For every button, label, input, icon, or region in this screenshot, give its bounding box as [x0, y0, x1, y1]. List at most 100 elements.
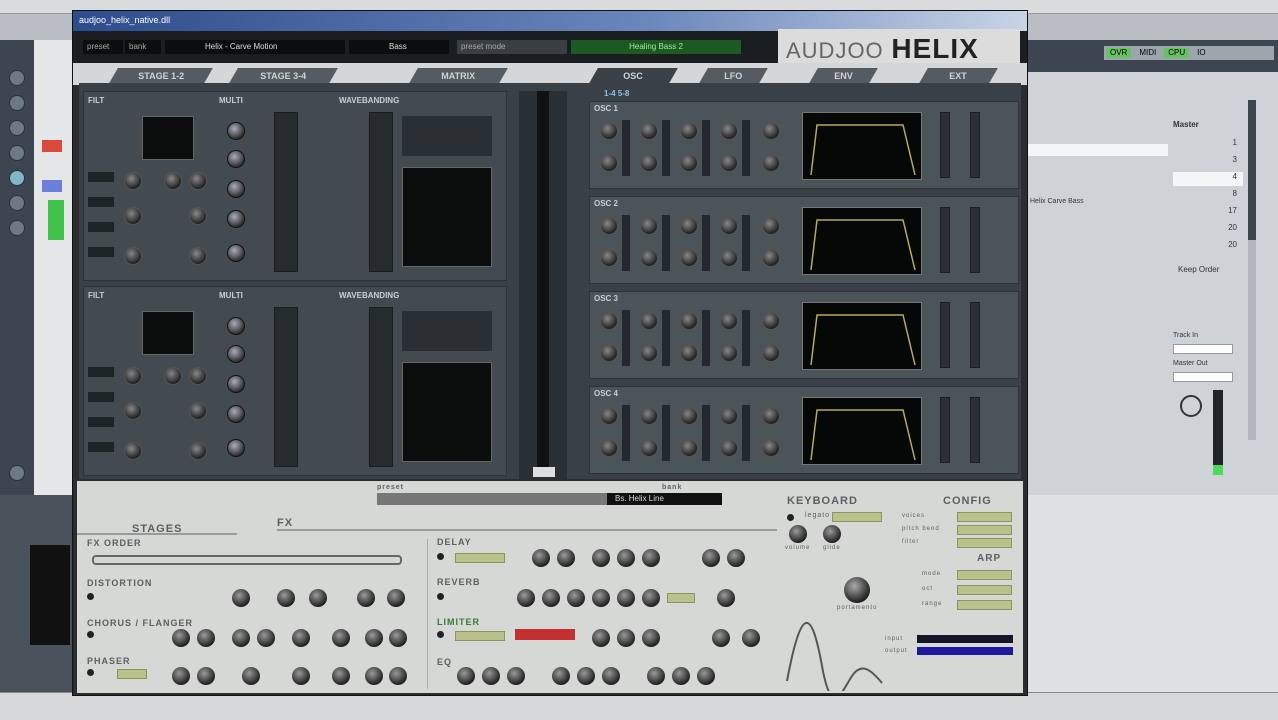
osc-fader[interactable] — [662, 405, 670, 461]
multi-knob[interactable] — [227, 317, 245, 335]
fx-knob[interactable] — [389, 629, 407, 647]
fx-knob[interactable] — [592, 589, 610, 607]
filter-knob[interactable] — [189, 402, 207, 420]
multi-knob[interactable] — [227, 180, 245, 198]
osc-fader[interactable] — [622, 215, 630, 271]
list-item[interactable]: 3 — [1173, 155, 1243, 169]
arp-value[interactable] — [957, 585, 1012, 595]
title-bar[interactable]: audjoo_helix_native.dll — [73, 11, 1027, 31]
scrollbar[interactable] — [1248, 100, 1256, 440]
fx-knob[interactable] — [557, 549, 575, 567]
config-value[interactable] — [957, 512, 1012, 522]
clip-button[interactable] — [9, 145, 25, 161]
fx-knob[interactable] — [387, 589, 405, 607]
clip-green[interactable] — [48, 200, 64, 240]
list-item[interactable]: 1 — [1173, 138, 1243, 152]
fx-order-chain[interactable] — [92, 555, 402, 565]
midi-button[interactable]: MIDI — [1135, 48, 1160, 58]
fx-knob[interactable] — [172, 667, 190, 685]
category-field[interactable]: Bass — [349, 40, 449, 54]
list-item[interactable]: 20 — [1173, 240, 1243, 254]
list-item[interactable]: 17 — [1173, 206, 1243, 220]
fx-knob[interactable] — [292, 629, 310, 647]
fx-knob[interactable] — [697, 667, 715, 685]
fx-knob[interactable] — [197, 629, 215, 647]
config-value[interactable] — [957, 538, 1012, 548]
fx-knob[interactable] — [552, 667, 570, 685]
osc-fader[interactable] — [662, 120, 670, 176]
osc-knob[interactable] — [640, 407, 658, 425]
config-value[interactable] — [957, 525, 1012, 535]
osc-knob[interactable] — [762, 407, 780, 425]
fx-knob[interactable] — [642, 629, 660, 647]
fx-enable-toggle[interactable] — [87, 631, 94, 638]
osc-knob[interactable] — [600, 312, 618, 330]
band-slot-right[interactable] — [369, 307, 393, 467]
fx-enable-toggle[interactable] — [87, 669, 94, 676]
osc-knob[interactable] — [640, 217, 658, 235]
mode-button[interactable] — [88, 197, 114, 207]
osc-knob[interactable] — [720, 122, 738, 140]
fx-knob[interactable] — [727, 549, 745, 567]
track-in-select[interactable] — [1173, 344, 1233, 354]
fx-enable-toggle[interactable] — [437, 631, 444, 638]
osc-knob[interactable] — [680, 407, 698, 425]
mode-field[interactable]: preset mode — [457, 40, 567, 54]
osc-knob[interactable] — [600, 249, 618, 267]
osc-fader[interactable] — [742, 215, 750, 271]
clip-blue[interactable] — [42, 180, 62, 192]
osc-knob[interactable] — [762, 312, 780, 330]
mode-button[interactable] — [88, 247, 114, 257]
fx-knob[interactable] — [617, 589, 635, 607]
filter-knob[interactable] — [189, 367, 207, 385]
master-out-select[interactable] — [1173, 372, 1233, 382]
cpu-button[interactable]: CPU — [1164, 48, 1190, 58]
browser-button[interactable] — [9, 70, 25, 86]
fx-knob[interactable] — [712, 629, 730, 647]
osc-knob[interactable] — [600, 154, 618, 172]
fx-knob[interactable] — [567, 589, 585, 607]
multi-knob[interactable] — [227, 210, 245, 228]
osc-knob[interactable] — [680, 154, 698, 172]
osc-fader[interactable] — [742, 120, 750, 176]
fx-knob[interactable] — [232, 629, 250, 647]
legato-toggle[interactable] — [787, 514, 794, 521]
filter-knob[interactable] — [124, 207, 142, 225]
osc-knob[interactable] — [720, 249, 738, 267]
fx-knob[interactable] — [602, 667, 620, 685]
fx-knob[interactable] — [232, 589, 250, 607]
ovr-button[interactable]: OVR — [1106, 48, 1132, 58]
filter-knob[interactable] — [189, 207, 207, 225]
mode-button[interactable] — [88, 172, 114, 182]
hide-panel-button[interactable] — [9, 465, 25, 481]
fx-type-select[interactable] — [455, 631, 505, 641]
osc-knob[interactable] — [680, 439, 698, 457]
effect-button[interactable] — [9, 195, 25, 211]
fx-type-select[interactable] — [667, 593, 695, 603]
osc-knob[interactable] — [600, 439, 618, 457]
multi-knob[interactable] — [227, 244, 245, 262]
band-slot-left[interactable] — [274, 307, 298, 467]
fx-enable-toggle[interactable] — [437, 553, 444, 560]
osc-knob[interactable] — [600, 407, 618, 425]
multi-knob[interactable] — [227, 405, 245, 423]
portamento-knob[interactable] — [844, 577, 870, 603]
osc-fader[interactable] — [622, 310, 630, 366]
osc-fader[interactable] — [622, 405, 630, 461]
multi-knob[interactable] — [227, 375, 245, 393]
osc-knob[interactable] — [762, 344, 780, 362]
osc-knob[interactable] — [762, 217, 780, 235]
osc-fader[interactable] — [702, 405, 710, 461]
bank-field[interactable]: bank — [125, 40, 161, 54]
fx-type-select[interactable] — [117, 669, 147, 679]
osc-knob[interactable] — [720, 217, 738, 235]
osc-knob[interactable] — [720, 407, 738, 425]
fx-knob[interactable] — [717, 589, 735, 607]
fx-knob[interactable] — [507, 667, 525, 685]
osc-knob[interactable] — [762, 122, 780, 140]
fx-enable-toggle[interactable] — [437, 593, 444, 600]
fx-knob[interactable] — [365, 667, 383, 685]
slider-thumb[interactable] — [533, 467, 555, 477]
band-slot-right[interactable] — [369, 112, 393, 272]
fx-knob[interactable] — [617, 629, 635, 647]
